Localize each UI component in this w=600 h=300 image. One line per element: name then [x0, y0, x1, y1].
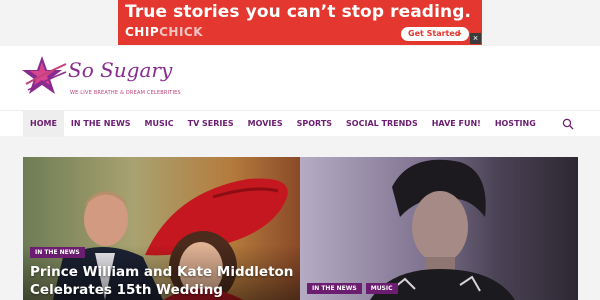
page: True stories you can’t stop reading. CHI…	[0, 0, 600, 300]
nav-item-have-fun[interactable]: HAVE FUN!	[425, 111, 488, 137]
nav-item-tv-series[interactable]: TV SERIES	[181, 111, 241, 137]
ad-headline: True stories you can’t stop reading.	[125, 2, 472, 22]
ad-brand-part2: CHICK	[159, 25, 204, 39]
featured-2-categories: IN THE NEWS MUSIC	[307, 283, 398, 294]
category-tag[interactable]: MUSIC	[365, 283, 398, 294]
ad-get-started-button[interactable]: Get Started >	[401, 27, 469, 41]
nav-item-music[interactable]: MUSIC	[138, 111, 181, 137]
ad-cta-label: Get Started	[408, 29, 461, 38]
ad-close-icon[interactable]: ×	[470, 33, 481, 44]
featured-story-2[interactable]: IN THE NEWS MUSIC	[300, 157, 578, 300]
main-nav: HOME IN THE NEWS MUSIC TV SERIES MOVIES …	[0, 110, 600, 137]
ad-brand-logo: CHIPCHICK	[125, 25, 203, 39]
star-logo-icon[interactable]	[22, 54, 68, 98]
nav-item-movies[interactable]: MOVIES	[241, 111, 290, 137]
site-name[interactable]: So Sugary	[68, 58, 172, 82]
featured-story-1[interactable]: IN THE NEWS Prince William and Kate Midd…	[23, 157, 300, 300]
ad-area: True stories you can’t stop reading. CHI…	[0, 0, 600, 46]
category-tag[interactable]: IN THE NEWS	[30, 247, 85, 258]
nav-item-hosting[interactable]: HOSTING	[488, 111, 543, 137]
nav-item-home[interactable]: HOME	[23, 111, 64, 137]
nav-item-social-trends[interactable]: SOCIAL TRENDS	[339, 111, 425, 137]
ad-banner[interactable]: True stories you can’t stop reading. CHI…	[118, 0, 482, 45]
featured-1-categories: IN THE NEWS	[30, 247, 85, 258]
featured-image-2	[370, 159, 515, 300]
ad-cta-arrow-icon: >	[455, 29, 462, 38]
nav-item-sports[interactable]: SPORTS	[290, 111, 339, 137]
site-tagline: WE LIVE BREATHE & DREAM CELEBRITIES	[70, 90, 181, 96]
site-header: So Sugary WE LIVE BREATHE & DREAM CELEBR…	[0, 46, 600, 110]
search-icon[interactable]	[562, 118, 574, 130]
nav-items: HOME IN THE NEWS MUSIC TV SERIES MOVIES …	[23, 111, 543, 137]
category-tag[interactable]: IN THE NEWS	[307, 283, 362, 294]
ad-brand-part1: CHIP	[125, 25, 160, 39]
nav-item-in-the-news[interactable]: IN THE NEWS	[64, 111, 138, 137]
featured-1-title[interactable]: Prince William and Kate Middleton Celebr…	[30, 263, 295, 299]
